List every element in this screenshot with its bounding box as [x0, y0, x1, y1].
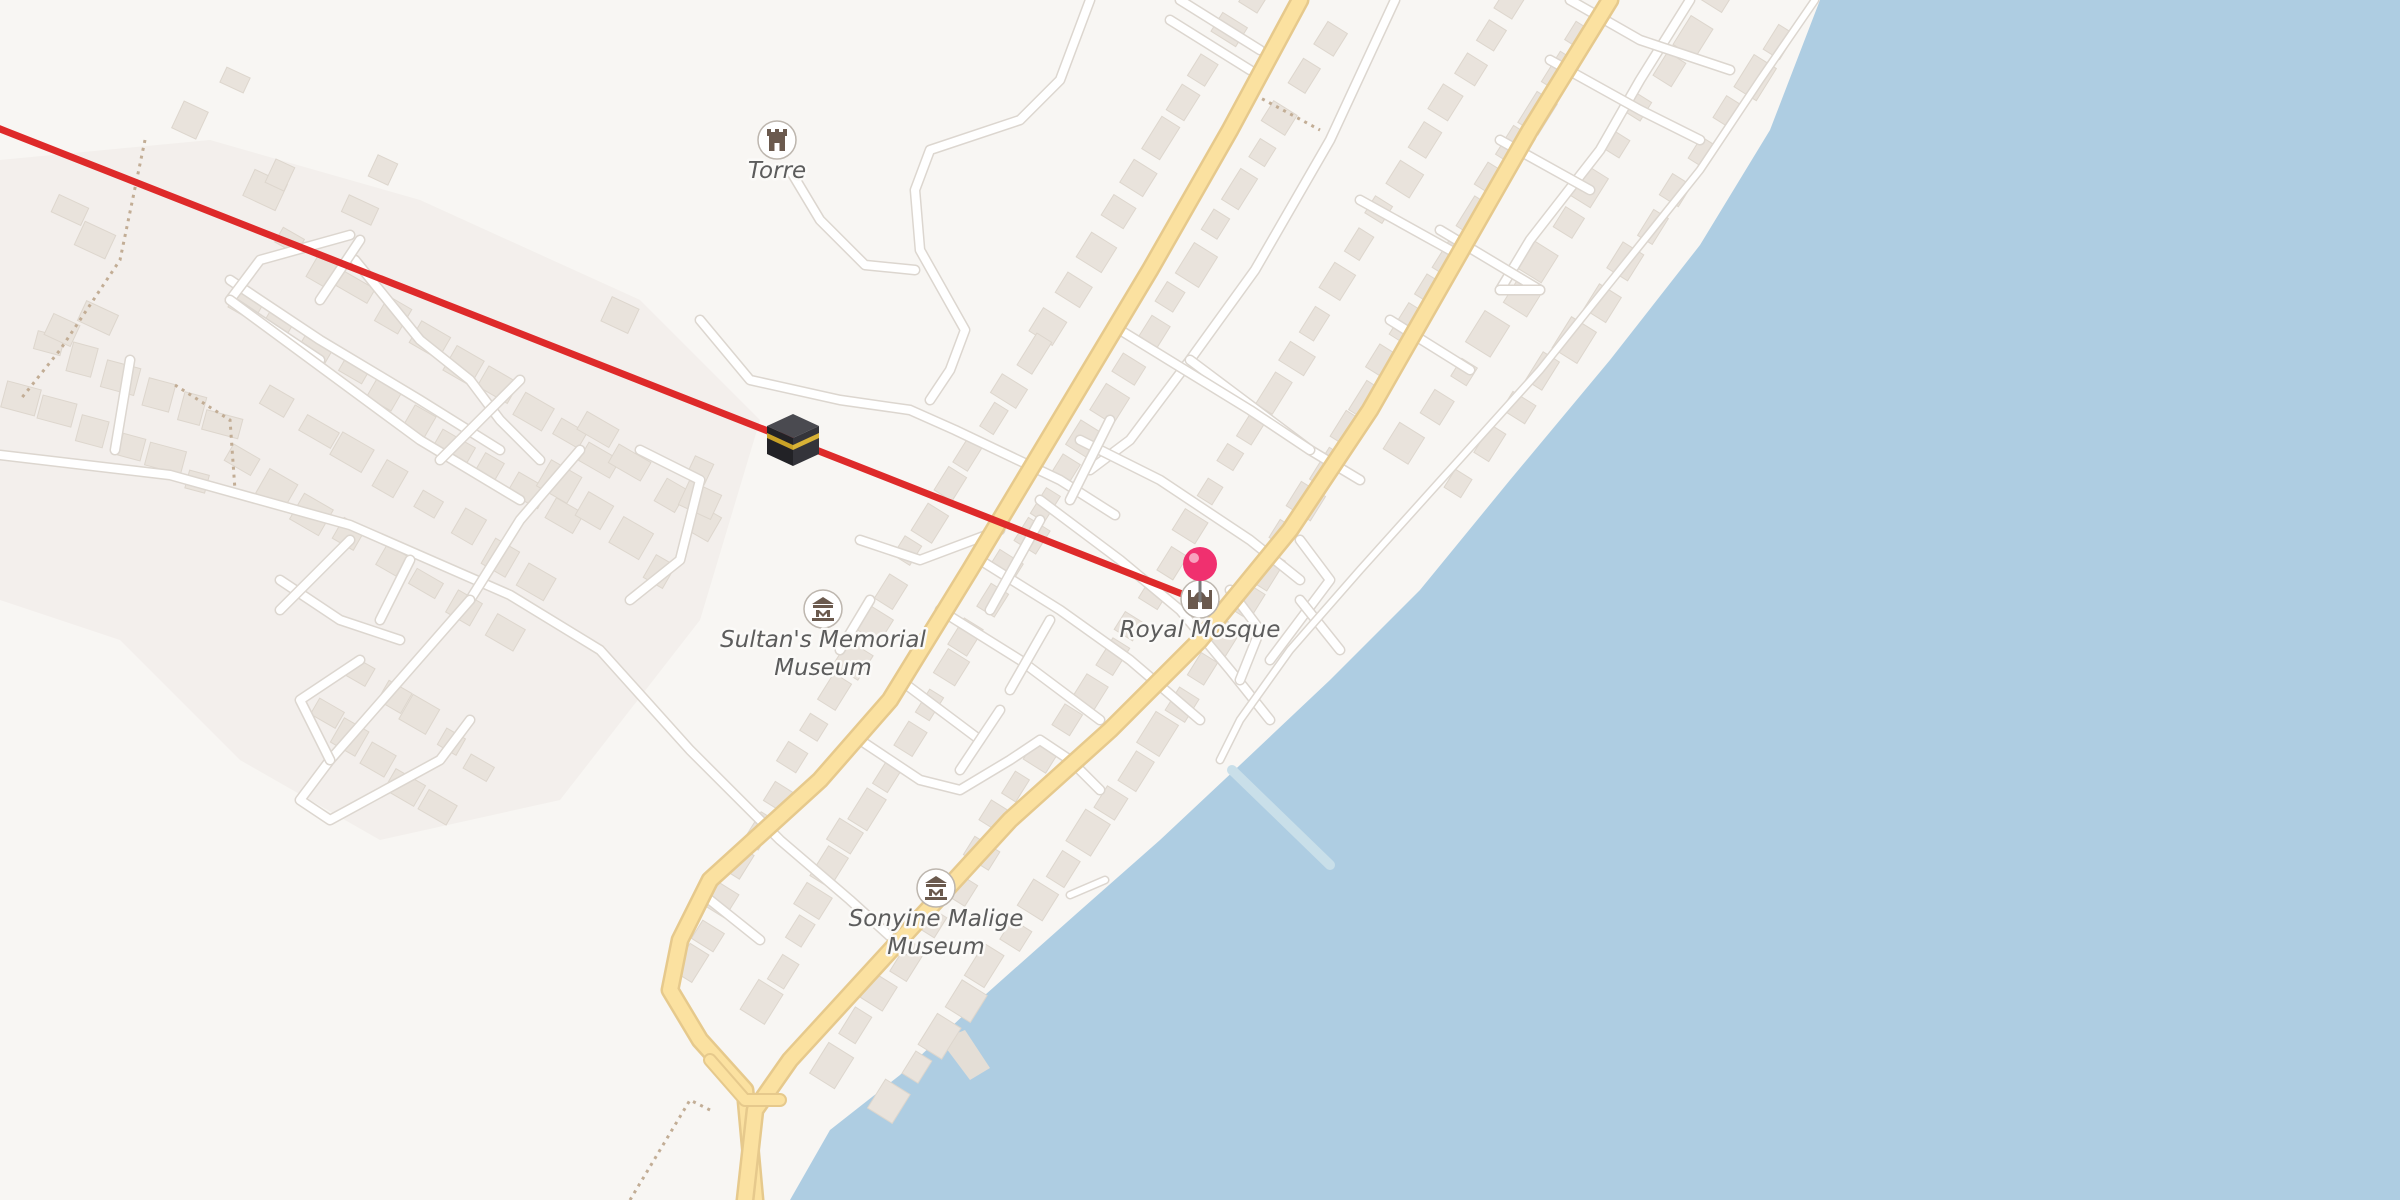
map-view[interactable]: Torre Sultan's Memorial Museum Sonyine M… — [0, 0, 2400, 1200]
museum-icon — [803, 589, 843, 629]
museum-icon — [916, 868, 956, 908]
poi-label-line-2: Museum — [887, 934, 985, 960]
map-canvas[interactable]: Torre Sultan's Memorial Museum Sonyine M… — [0, 0, 2400, 1200]
tower-icon — [757, 120, 797, 160]
poi-label-line-1: Sultan's Memorial — [720, 627, 926, 653]
poi-label: Torre — [748, 158, 806, 184]
poi-label-line-2: Museum — [774, 655, 872, 681]
poi-label-line-1: Sonyine Malige — [849, 906, 1024, 932]
poi-label: Royal Mosque — [1120, 617, 1281, 643]
